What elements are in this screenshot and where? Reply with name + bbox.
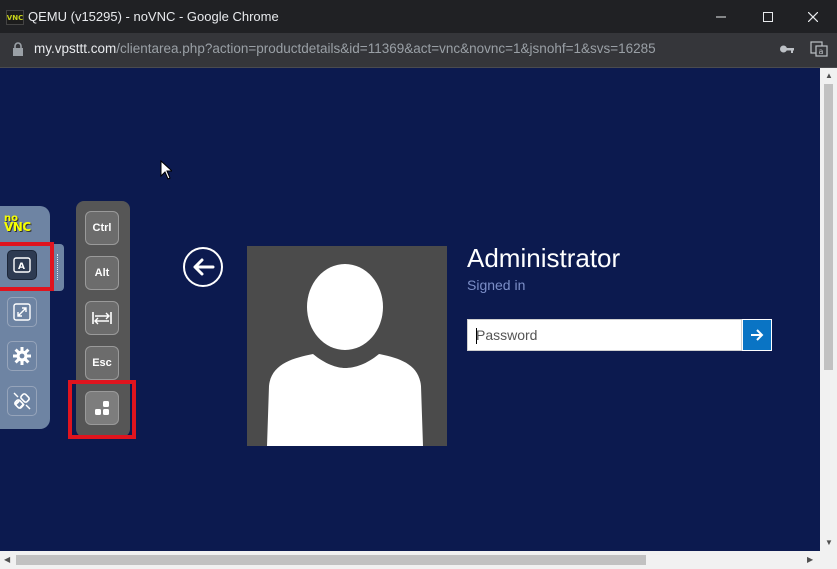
horizontal-scroll-thumb[interactable]	[16, 555, 646, 565]
scroll-left-arrow-icon[interactable]: ◀	[4, 555, 10, 564]
vertical-scrollbar[interactable]: ▲ ▼	[820, 68, 837, 551]
username-label: Administrator	[467, 243, 621, 273]
tab-icon	[92, 312, 112, 325]
password-input[interactable]	[468, 320, 741, 350]
highlight-box-extra-keys	[0, 242, 54, 291]
close-icon	[808, 11, 818, 22]
url-text[interactable]: my.vpsttt.com/clientarea.php?action=prod…	[34, 41, 656, 56]
signed-in-status: Signed in	[467, 277, 526, 293]
translate-icon[interactable]: a	[810, 41, 828, 57]
url-host: my.vpsttt.com	[34, 41, 117, 56]
alt-key-button[interactable]: Alt	[85, 256, 119, 290]
mouse-pointer-icon	[160, 160, 172, 180]
close-button[interactable]	[790, 0, 836, 33]
disconnect-button[interactable]	[7, 386, 37, 416]
back-button[interactable]	[183, 247, 223, 287]
vertical-scroll-thumb[interactable]	[824, 84, 833, 370]
user-avatar	[247, 246, 447, 446]
tab-key-button[interactable]	[85, 301, 119, 335]
url-path: /clientarea.php?action=productdetails&id…	[116, 41, 656, 56]
minimize-button[interactable]	[698, 0, 744, 33]
svg-text:a: a	[819, 47, 824, 56]
password-field[interactable]	[467, 319, 742, 351]
scroll-up-arrow-icon[interactable]: ▲	[825, 71, 833, 80]
novnc-logo: no VNC	[4, 213, 31, 234]
horizontal-scrollbar[interactable]: ◀ ▶	[0, 551, 837, 569]
key-icon[interactable]	[779, 42, 795, 56]
submit-button[interactable]	[742, 319, 772, 351]
fullscreen-icon	[13, 303, 31, 321]
settings-button[interactable]	[7, 341, 37, 371]
maximize-icon	[763, 11, 773, 22]
esc-key-button[interactable]: Esc	[85, 346, 119, 380]
highlight-box-ctrl-alt-del	[68, 380, 136, 439]
scroll-down-arrow-icon[interactable]: ▼	[825, 538, 833, 547]
window-title: QEMU (v15295) - noVNC - Google Chrome	[28, 9, 279, 24]
minimize-icon	[716, 16, 726, 17]
maximize-button[interactable]	[745, 0, 791, 33]
browser-title-bar: VNC QEMU (v15295) - noVNC - Google Chrom…	[0, 0, 837, 33]
fullscreen-button[interactable]	[7, 297, 37, 327]
arrow-left-icon	[193, 258, 215, 276]
text-caret	[476, 328, 477, 344]
address-bar[interactable]: my.vpsttt.com/clientarea.php?action=prod…	[0, 33, 837, 68]
arrow-right-icon	[751, 329, 764, 341]
gear-icon	[13, 347, 31, 365]
novnc-favicon-icon: VNC	[6, 10, 24, 25]
lock-icon[interactable]	[12, 42, 24, 56]
ctrl-key-button[interactable]: Ctrl	[85, 211, 119, 245]
disconnect-icon	[13, 392, 31, 410]
scroll-right-arrow-icon[interactable]: ▶	[807, 555, 813, 564]
user-silhouette-icon	[267, 264, 423, 446]
